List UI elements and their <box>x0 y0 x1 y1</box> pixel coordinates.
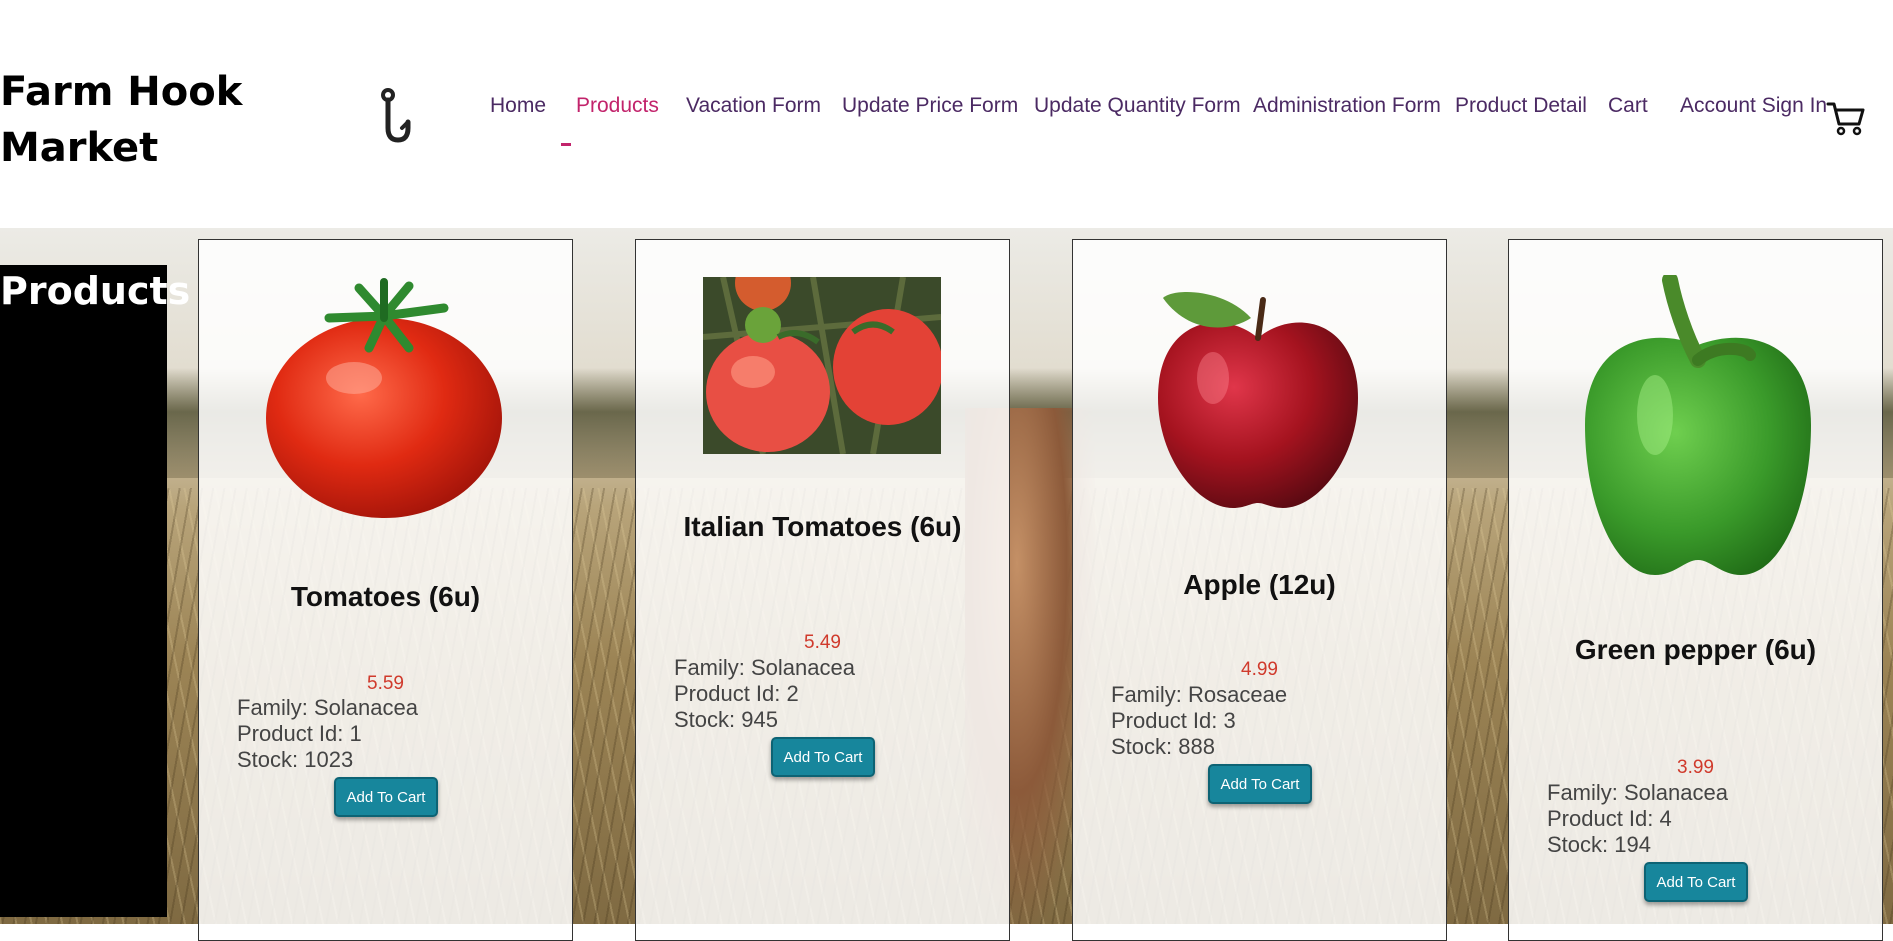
product-stock: Stock: 194 <box>1547 832 1651 857</box>
brand-title: Farm Hook Market <box>0 69 243 171</box>
nav-update-quantity-form[interactable]: Update Quantity Form <box>1034 94 1241 118</box>
nav-vacation-form[interactable]: Vacation Form <box>686 94 821 118</box>
product-name: Green pepper (6u) <box>1574 634 1817 665</box>
add-to-cart-button[interactable]: Add To Cart <box>1208 764 1312 804</box>
product-family: Family: Rosaceae <box>1111 682 1288 707</box>
product-price: 3.99 <box>1677 757 1714 778</box>
nav-home[interactable]: Home <box>490 94 546 118</box>
cart-icon[interactable] <box>1826 98 1866 138</box>
product-id: Product Id: 2 <box>674 681 799 706</box>
nav-administration-form[interactable]: Administration Form <box>1253 94 1441 118</box>
products-sidebar: Products <box>0 265 190 917</box>
tomato-icon <box>266 278 502 518</box>
product-price: 4.99 <box>1241 659 1278 680</box>
product-stock: Stock: 945 <box>674 707 778 732</box>
product-family: Family: Solanacea <box>674 655 855 680</box>
nav-update-price-form[interactable]: Update Price Form <box>842 94 1018 118</box>
hook-icon <box>381 88 411 143</box>
product-price: 5.49 <box>804 632 841 653</box>
product-family: Family: Solanacea <box>1547 780 1728 805</box>
page-title: Products <box>0 269 191 313</box>
product-id: Product Id: 4 <box>1547 806 1672 831</box>
product-card: Apple (12u) 4.99 Family: Rosaceae Produc… <box>1072 239 1447 941</box>
product-id: Product Id: 3 <box>1111 708 1236 733</box>
product-id: Product Id: 1 <box>237 721 362 746</box>
product-name: Italian Tomatoes (6u) <box>683 511 962 542</box>
nav-account-sign-in[interactable]: Account Sign In <box>1680 94 1827 118</box>
product-stock: Stock: 888 <box>1111 734 1215 759</box>
nav-product-detail[interactable]: Product Detail <box>1455 94 1587 118</box>
green-pepper-icon <box>1585 275 1811 575</box>
product-stock: Stock: 1023 <box>237 747 354 772</box>
product-name: Tomatoes (6u) <box>290 581 481 612</box>
product-family: Family: Solanacea <box>237 695 418 720</box>
product-card: Tomatoes (6u) 5.59 Family: Solanacea Pro… <box>198 239 573 941</box>
product-name: Apple (12u) <box>1183 569 1336 600</box>
product-card: Italian Tomatoes (6u) 5.49 Family: Solan… <box>635 239 1010 941</box>
product-price: 5.59 <box>367 673 404 694</box>
add-to-cart-button[interactable]: Add To Cart <box>771 737 875 777</box>
product-card: Green pepper (6u) 3.99 Family: Solanacea… <box>1508 239 1883 941</box>
add-to-cart-button[interactable]: Add To Cart <box>1644 862 1748 902</box>
vine-tomatoes-photo <box>703 277 941 454</box>
add-to-cart-button[interactable]: Add To Cart <box>334 777 438 817</box>
nav-active-indicator <box>561 143 571 146</box>
apple-icon <box>1158 292 1358 508</box>
nav-products[interactable]: Products <box>576 94 659 118</box>
nav-cart[interactable]: Cart <box>1608 94 1648 118</box>
